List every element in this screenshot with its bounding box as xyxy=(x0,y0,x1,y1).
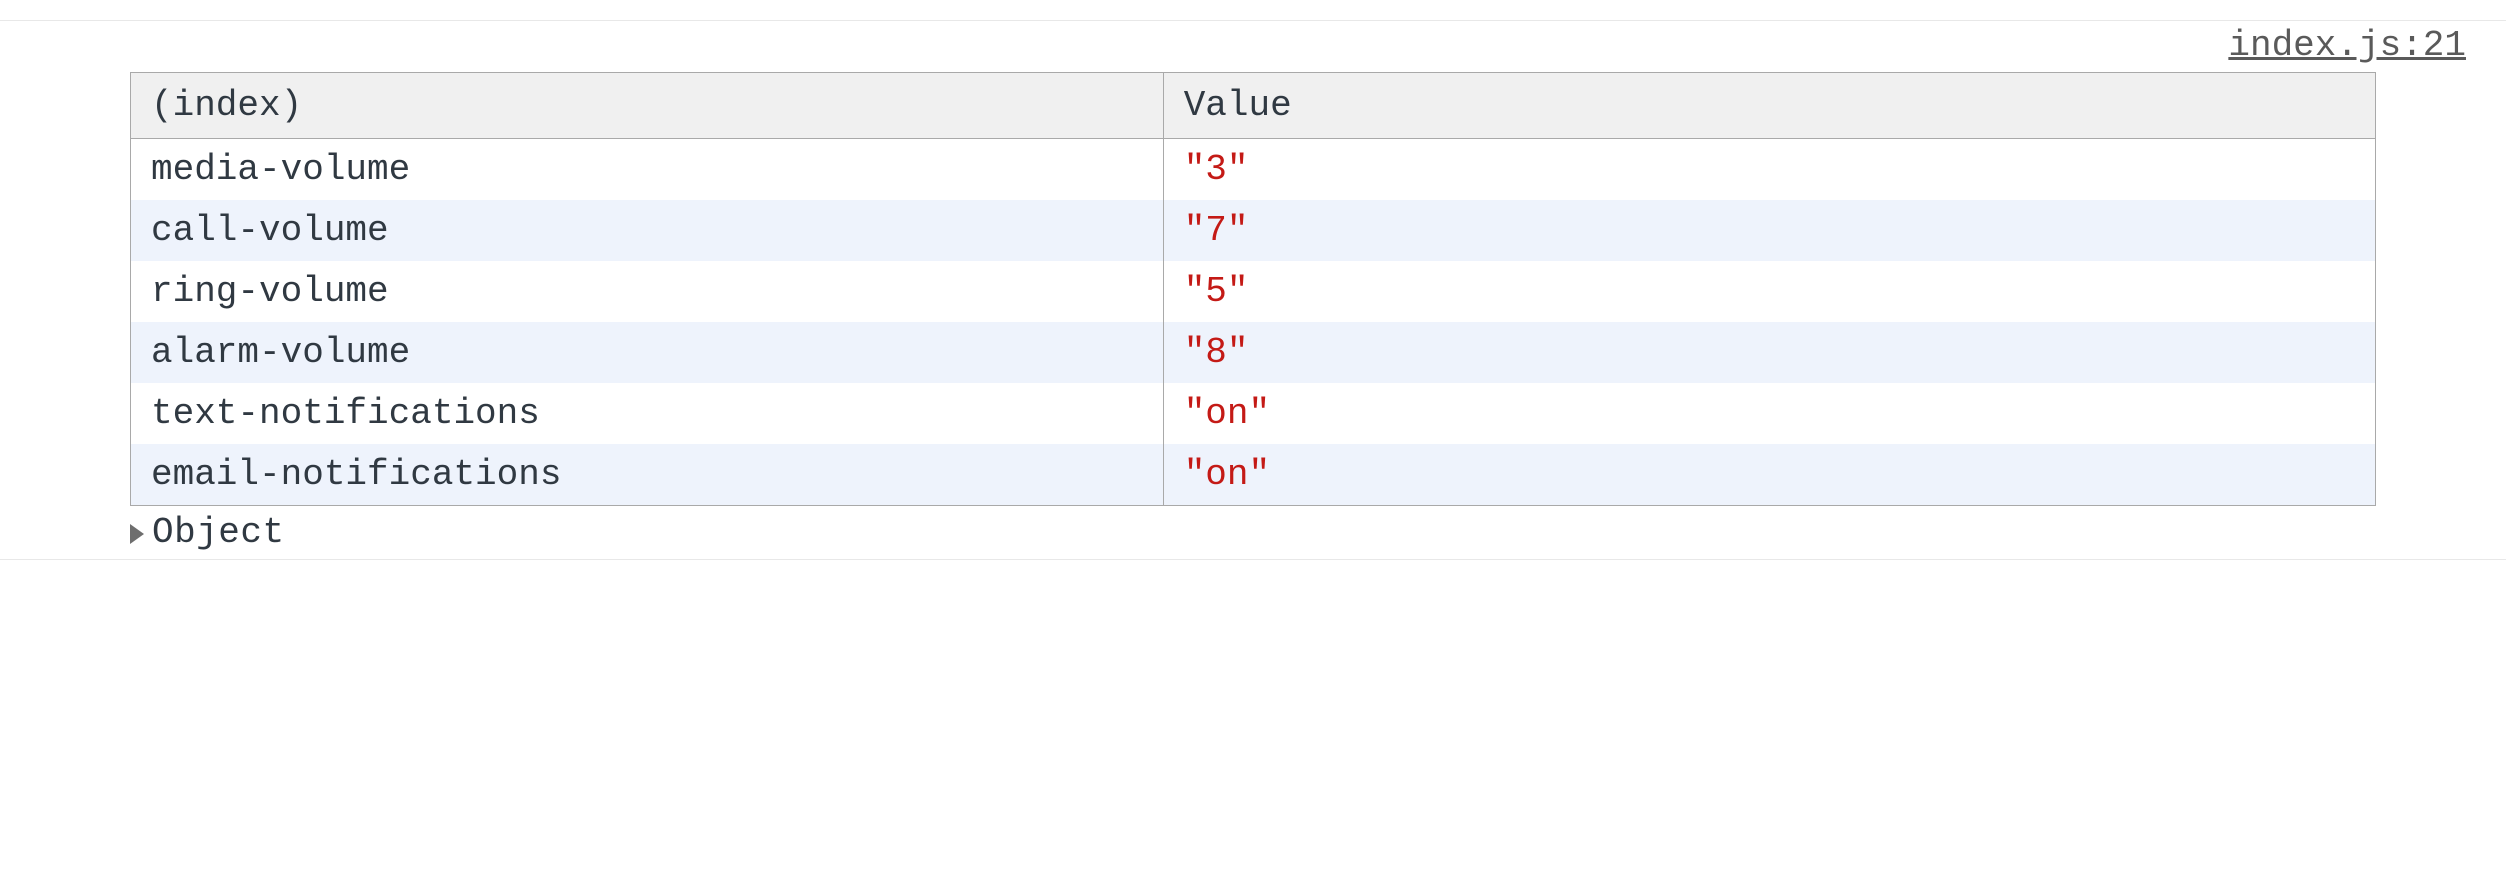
table-cell-index: text-notifications xyxy=(131,383,1164,444)
table-row[interactable]: alarm-volume "8" xyxy=(131,322,2376,383)
console-entry: index.js:21 (index) Value media-volume "… xyxy=(0,20,2506,560)
table-cell-value: "on" xyxy=(1184,454,1270,495)
table-header-value[interactable]: Value xyxy=(1163,73,2375,139)
table-header-index[interactable]: (index) xyxy=(131,73,1164,139)
table-cell-value: "7" xyxy=(1184,210,1249,251)
table-cell-index: ring-volume xyxy=(131,261,1164,322)
table-cell-index: media-volume xyxy=(131,139,1164,201)
source-link[interactable]: index.js:21 xyxy=(2228,25,2466,66)
source-link-row: index.js:21 xyxy=(0,21,2506,72)
table-row[interactable]: call-volume "7" xyxy=(131,200,2376,261)
table-cell-index: email-notifications xyxy=(131,444,1164,506)
object-label: Object xyxy=(152,512,285,553)
disclosure-triangle-icon xyxy=(130,524,144,544)
table-row[interactable]: ring-volume "5" xyxy=(131,261,2376,322)
table-row[interactable]: email-notifications "on" xyxy=(131,444,2376,506)
object-expand-row[interactable]: Object xyxy=(0,506,2506,559)
table-cell-value: "on" xyxy=(1184,393,1270,434)
console-table: (index) Value media-volume "3" call-volu… xyxy=(130,72,2376,506)
table-cell-value: "3" xyxy=(1184,149,1249,190)
table-row[interactable]: media-volume "3" xyxy=(131,139,2376,201)
table-cell-value: "8" xyxy=(1184,332,1249,373)
table-cell-value: "5" xyxy=(1184,271,1249,312)
table-cell-index: alarm-volume xyxy=(131,322,1164,383)
table-row[interactable]: text-notifications "on" xyxy=(131,383,2376,444)
table-header-row: (index) Value xyxy=(131,73,2376,139)
table-cell-index: call-volume xyxy=(131,200,1164,261)
console-table-wrap: (index) Value media-volume "3" call-volu… xyxy=(0,72,2506,506)
